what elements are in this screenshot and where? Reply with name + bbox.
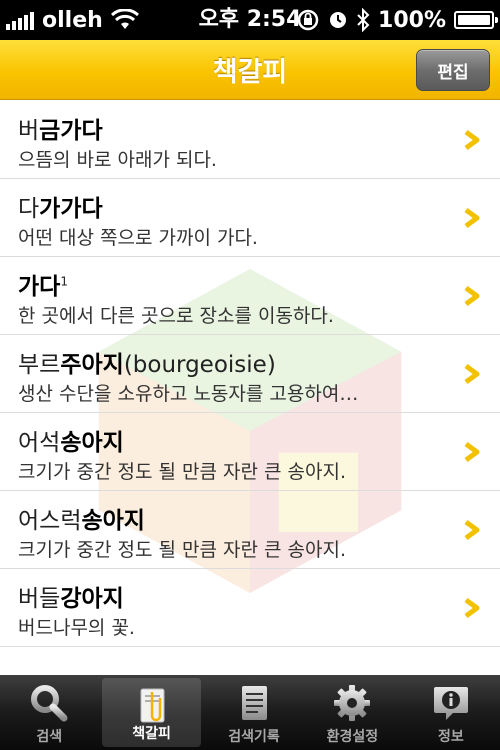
status-right: 100% (296, 0, 498, 40)
bookmark-icon (140, 688, 165, 723)
tab-info[interactable]: 정보 (402, 675, 500, 750)
alarm-icon (330, 12, 347, 28)
tab-settings[interactable]: 환경설정 (303, 675, 401, 750)
status-left: olleh (6, 0, 139, 40)
list-item-title: 버금가다 (18, 111, 103, 145)
list-item-title: 다가가다 (18, 189, 103, 223)
battery-fill (458, 15, 490, 25)
tab-history[interactable]: 검색기록 (205, 675, 303, 750)
list-item[interactable]: 버들강아지버드나무의 꽃. (0, 569, 500, 647)
list-item-title: 어스럭송아지 (18, 501, 145, 535)
history-icon (242, 686, 268, 720)
tab-info-label: 정보 (437, 729, 464, 745)
list-item-subtitle: 크기가 중간 정도 될 만큼 자란 큰 송아지. (18, 539, 346, 561)
title-highlight: 강아지 (60, 586, 124, 612)
bookmark-list: 버금가다 으뜸의 바로 아래가 되다. 다가가다 어떤 대상 쪽으로 가까이 가다. 가… (0, 101, 500, 675)
tab-search[interactable]: 검색 (0, 675, 98, 750)
list-item[interactable]: 버금가다으뜸의 바로 아래가 되다. (0, 101, 500, 179)
title-highlight: 송아지 (81, 508, 145, 534)
navigation-bar: 책갈피 편집 (0, 40, 500, 100)
chevron-right-icon (464, 519, 480, 541)
title-suffix: (bourgeoisie) (123, 352, 276, 378)
chevron-right-icon (464, 441, 480, 463)
title-prefix: 다 (18, 196, 40, 222)
list-item[interactable]: 부르주아지(bourgeoisie) 생산 수단을 소유하고 노동자를 고용하여… (0, 335, 500, 413)
list-item-title: 가다1 (18, 267, 68, 301)
title-highlight: 가다 (18, 274, 61, 300)
list-item-subtitle: 으뜸의 바로 아래가 되다. (18, 149, 217, 171)
title-prefix: 버 (18, 118, 40, 144)
list-item[interactable]: 다가가다어떤 대상 쪽으로 가까이 가다. (0, 179, 500, 257)
list-item-subtitle: 어떤 대상 쪽으로 가까이 가다. (18, 227, 258, 249)
list-item-subtitle: 생산 수단을 소유하고 노동자를 고용하여… (18, 383, 359, 405)
list-item-subtitle: 크기가 중간 정도 될 만큼 자란 큰 송아지. (18, 461, 346, 483)
title-prefix: 버들 (18, 586, 61, 612)
tab-bar: 검색 책갈피 검색기록 환경설정 정보 (0, 675, 500, 750)
gear-icon (334, 685, 371, 721)
list-item[interactable]: 어석송아지크기가 중간 정도 될 만큼 자란 큰 송아지. (0, 413, 500, 491)
list-item-title: 어석송아지 (18, 423, 124, 457)
list-item[interactable]: 어스럭송아지크기가 중간 정도 될 만큼 자란 큰 송아지. (0, 491, 500, 569)
tab-settings-label: 환경설정 (326, 729, 379, 745)
chevron-right-icon (464, 285, 480, 307)
title-superscript: 1 (60, 274, 68, 289)
tab-search-label: 검색 (36, 729, 63, 745)
search-icon (31, 685, 68, 722)
title-prefix: 어스럭 (18, 508, 82, 534)
list-item-subtitle: 한 곳에서 다른 곳으로 장소를 이동하다. (18, 305, 334, 327)
title-prefix: 부르 (18, 352, 61, 378)
status-bar: olleh 오후 2:54 100% (0, 0, 500, 40)
carrier-label: olleh (42, 7, 103, 33)
battery-icon (454, 11, 498, 29)
list-item[interactable]: 가다1 한 곳에서 다른 곳으로 장소를 이동하다. (0, 257, 500, 335)
title-highlight: 가가다 (39, 196, 103, 222)
list-item-title: 버들강아지 (18, 579, 124, 613)
signal-icon (6, 10, 34, 30)
info-icon (433, 687, 468, 720)
chevron-right-icon (464, 207, 480, 229)
tab-history-label: 검색기록 (228, 729, 280, 745)
wifi-icon (110, 9, 139, 29)
title-highlight: 송아지 (60, 430, 124, 456)
list-item-title: 부르주아지(bourgeoisie) (18, 345, 276, 379)
title-highlight: 주아지 (60, 352, 124, 378)
page-title: 책갈피 (212, 57, 288, 88)
rotation-lock-icon (297, 9, 319, 31)
edit-button[interactable]: 편집 (416, 49, 490, 91)
chevron-right-icon (464, 129, 480, 151)
battery-percent: 100% (378, 7, 446, 33)
tab-bookmarks-label: 책갈피 (132, 726, 171, 742)
list-item-subtitle: 버드나무의 꽃. (18, 617, 135, 639)
bluetooth-icon (357, 8, 370, 32)
tab-bookmarks[interactable]: 책갈피 (102, 678, 201, 747)
chevron-right-icon (464, 363, 480, 385)
title-highlight: 금가다 (39, 118, 103, 144)
title-prefix: 어석 (18, 430, 61, 456)
chevron-right-icon (464, 597, 480, 619)
